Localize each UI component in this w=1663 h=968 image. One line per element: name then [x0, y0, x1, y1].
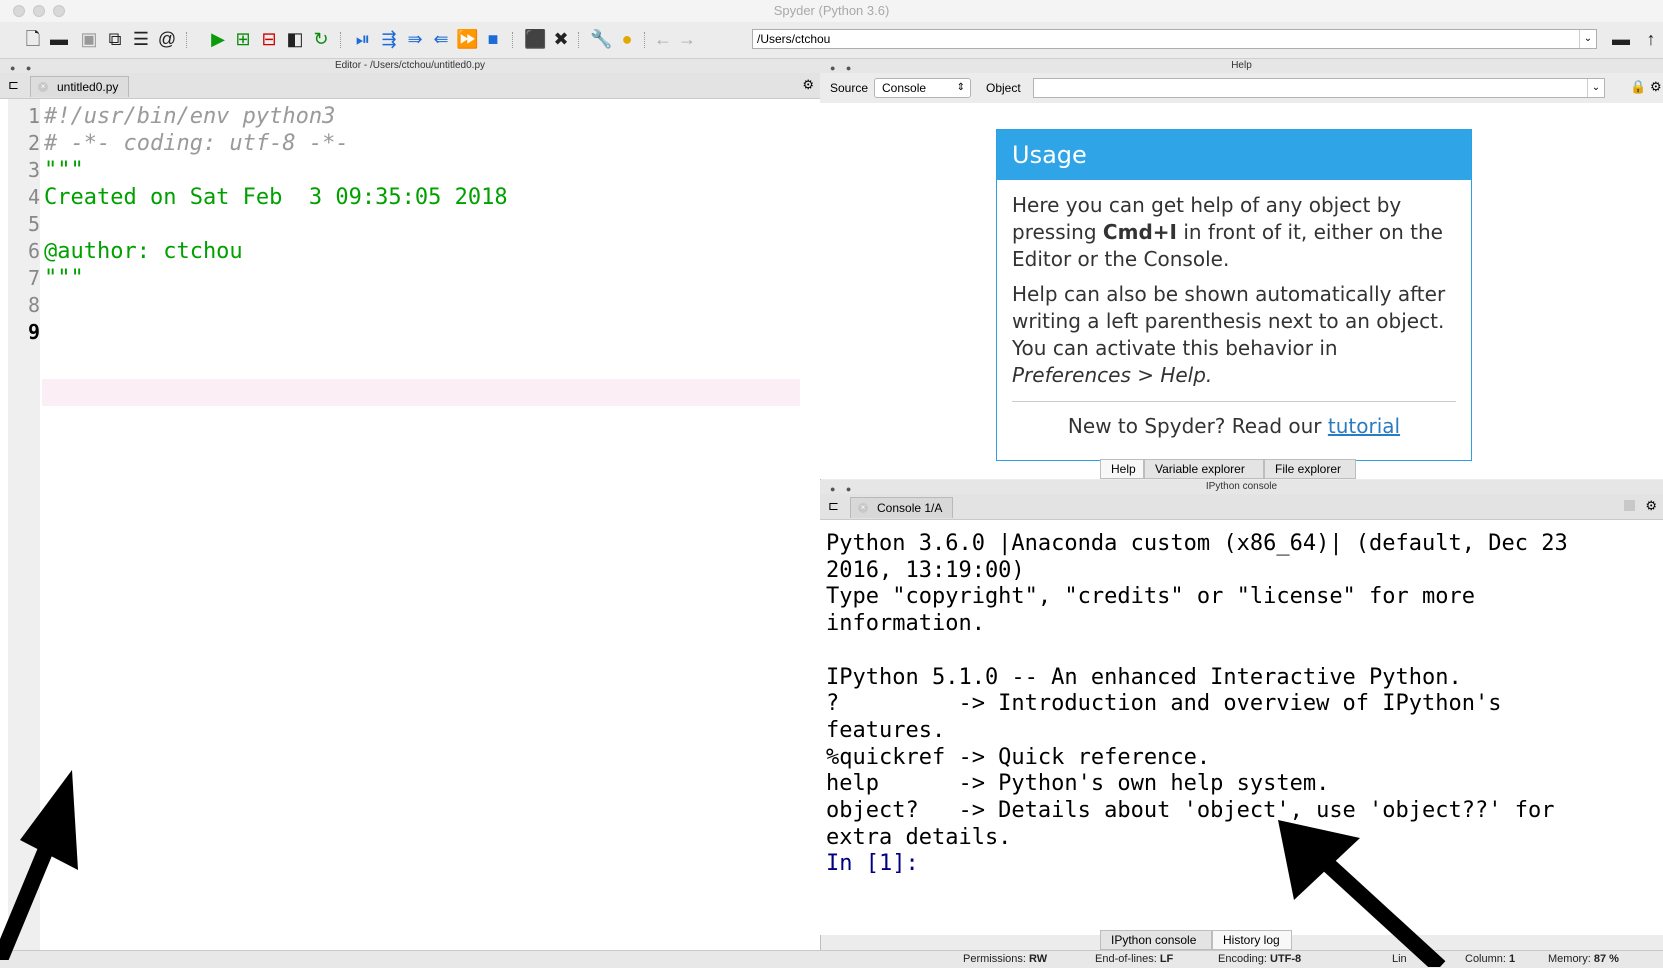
- browse-tabs-icon[interactable]: ⊏: [828, 498, 839, 514]
- status-permissions: Permissions: RW: [963, 953, 1048, 965]
- divider: [1012, 401, 1456, 402]
- current-code-line[interactable]: 9: [0, 319, 800, 346]
- close-tab-icon[interactable]: ×: [858, 503, 868, 513]
- code-line[interactable]: 8: [0, 292, 800, 319]
- code-line[interactable]: 6 @author: ctchou: [0, 238, 800, 265]
- help-tab-bar: Help Variable explorer File explorer: [1100, 459, 1600, 479]
- usage-title: Usage: [997, 130, 1471, 180]
- editor-pane: ● ● Editor - /Users/ctchou/untitled0.py …: [0, 59, 821, 950]
- current-line-highlight: [42, 379, 800, 406]
- at-icon[interactable]: @: [156, 28, 178, 50]
- stop-kernel-icon[interactable]: [1624, 500, 1635, 511]
- tab-file-explorer[interactable]: File explorer: [1264, 459, 1356, 479]
- object-input[interactable]: ⌄: [1033, 78, 1605, 98]
- editor-header: ● ● Editor - /Users/ctchou/untitled0.py: [0, 59, 820, 73]
- gear-icon[interactable]: ⚙: [1645, 498, 1657, 514]
- main-toolbar: 🗋 ▬ ▣ ⧉ ☰ @ ▶ ⊞ ⊟ ◧ ↻ ⏯ ⇶ ⇛ ⇚ ⏩ ■ ⬛ ✖ 🔧 …: [0, 22, 1663, 59]
- working-directory-input[interactable]: /Users/ctchou ⌄: [752, 29, 1597, 49]
- step-into-icon[interactable]: ⇛: [404, 28, 426, 50]
- tab-ipython-console[interactable]: IPython console: [1100, 930, 1212, 950]
- annotation-arrow-left: [0, 770, 78, 960]
- help-header: ● ● Help: [820, 59, 1663, 73]
- forward-arrow-icon[interactable]: →: [676, 28, 698, 50]
- continue-icon[interactable]: ⏩: [456, 28, 478, 50]
- tab-variable-explorer[interactable]: Variable explorer: [1144, 459, 1264, 479]
- help-options-bar: Source Console ⇕ Object ⌄ 🔒 ⚙: [820, 73, 1663, 103]
- tab-untitled0[interactable]: × untitled0.py: [30, 76, 130, 97]
- ipython-console-pane: ● ● IPython console ⊏ × Console 1/A ⚙ Py…: [820, 480, 1663, 950]
- select-arrows-icon: ⇕: [956, 82, 965, 93]
- save-file-icon[interactable]: ▣: [78, 28, 100, 50]
- stop-icon[interactable]: ■: [482, 28, 504, 50]
- back-arrow-icon[interactable]: ←: [652, 28, 674, 50]
- window-title: Spyder (Python 3.6): [773, 3, 890, 18]
- code-area[interactable]: 1 #!/usr/bin/env python3 2 # -*- coding: u…: [0, 103, 800, 346]
- code-line[interactable]: 4 Created on Sat Feb 3 09:35:05 2018: [0, 184, 800, 211]
- browse-folder-icon[interactable]: ▬: [1610, 28, 1632, 50]
- tab-console-1a[interactable]: × Console 1/A: [850, 497, 954, 518]
- preferences-wrench-icon[interactable]: 🔧: [590, 28, 612, 50]
- tab-help[interactable]: Help: [1100, 459, 1144, 479]
- rerun-icon[interactable]: ↻: [310, 28, 332, 50]
- python-path-icon[interactable]: ●: [616, 28, 638, 50]
- annotation-arrow-right: [1278, 820, 1446, 967]
- code-line[interactable]: 5: [0, 211, 800, 238]
- help-pane: ● ● Help Source Console ⇕ Object ⌄ 🔒 ⚙ U…: [820, 59, 1663, 479]
- code-line[interactable]: 7 """: [0, 265, 800, 292]
- console-header: ● ● IPython console: [820, 480, 1663, 494]
- status-memory: Memory: 87 %: [1548, 953, 1619, 965]
- source-select[interactable]: Console ⇕: [874, 78, 971, 98]
- tutorial-link[interactable]: tutorial: [1328, 414, 1400, 438]
- object-label: Object: [986, 81, 1021, 95]
- debug-icon[interactable]: ⏯: [352, 28, 374, 50]
- run-cell-advance-icon[interactable]: ⊟: [258, 28, 280, 50]
- console-tab-bar: ⊏ × Console 1/A ⚙: [820, 494, 1663, 520]
- close-tab-icon[interactable]: ×: [38, 82, 48, 92]
- save-all-icon[interactable]: ⧉: [104, 28, 126, 50]
- title-bar: Spyder (Python 3.6): [0, 0, 1663, 23]
- parent-directory-icon[interactable]: ↑: [1640, 28, 1662, 50]
- usage-paragraph: Here you can get help of any object by p…: [1012, 193, 1443, 271]
- fullscreen-icon[interactable]: ✖: [550, 28, 572, 50]
- gear-icon[interactable]: ⚙: [802, 77, 814, 93]
- working-directory-value: /Users/ctchou: [757, 32, 831, 46]
- status-column: Column: 1: [1465, 953, 1516, 965]
- chevron-down-icon[interactable]: ⌄: [1579, 30, 1596, 48]
- chevron-down-icon[interactable]: ⌄: [1587, 79, 1604, 97]
- code-line[interactable]: 2 # -*- coding: utf-8 -*-: [0, 130, 800, 157]
- usage-tutorial-line: New to Spyder? Read our tutorial: [1067, 414, 1401, 438]
- step-icon[interactable]: ⇶: [378, 28, 400, 50]
- status-eol: End-of-lines: LF: [1095, 953, 1174, 965]
- code-line[interactable]: 1 #!/usr/bin/env python3: [0, 103, 800, 130]
- console-prompt: In [1]:: [826, 851, 919, 877]
- usage-paragraph: Help can also be shown automatically aft…: [1012, 282, 1446, 387]
- run-selection-icon[interactable]: ◧: [284, 28, 306, 50]
- source-label: Source: [830, 81, 869, 95]
- run-cell-icon[interactable]: ⊞: [232, 28, 254, 50]
- lock-icon[interactable]: 🔒: [1630, 79, 1646, 95]
- run-icon[interactable]: ▶: [207, 28, 229, 50]
- console-output[interactable]: Python 3.6.0 |Anaconda custom (x86_64)| …: [826, 531, 1646, 878]
- step-return-icon[interactable]: ⇚: [430, 28, 452, 50]
- maximize-pane-icon[interactable]: ⬛: [524, 28, 546, 50]
- usage-panel: Usage Here you can get help of any objec…: [996, 129, 1472, 461]
- editor-tab-bar: ⊏ × untitled0.py ⚙: [0, 73, 820, 99]
- gear-icon[interactable]: ⚙: [1650, 79, 1662, 95]
- code-line[interactable]: 3 """: [0, 157, 800, 184]
- list-icon[interactable]: ☰: [130, 28, 152, 50]
- new-file-icon[interactable]: 🗋: [22, 28, 44, 50]
- open-file-icon[interactable]: ▬: [48, 28, 70, 50]
- browse-tabs-icon[interactable]: ⊏: [8, 77, 19, 93]
